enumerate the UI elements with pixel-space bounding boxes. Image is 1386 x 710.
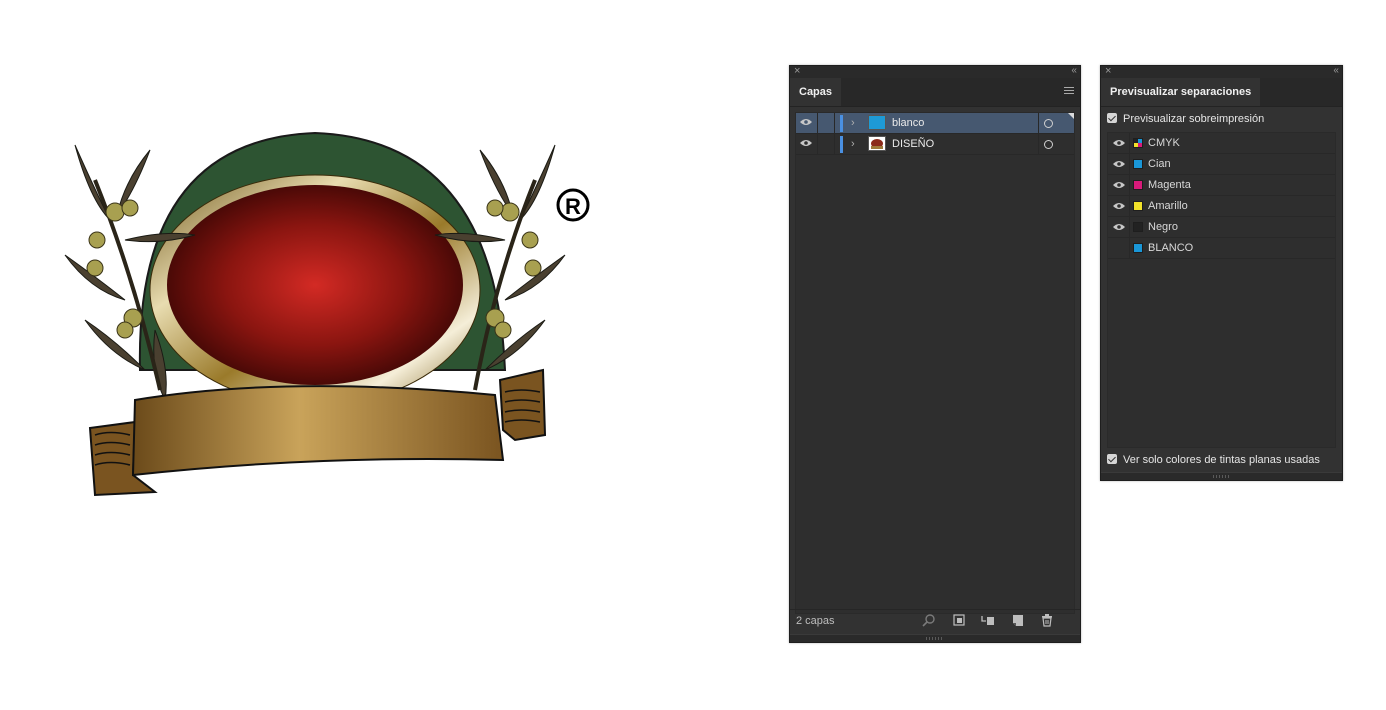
layer-color-bar [840,115,843,132]
trash-icon[interactable] [1040,614,1054,627]
svg-text:R: R [565,194,581,219]
close-icon[interactable]: × [794,64,800,78]
layer-thumbnail [868,115,886,130]
artwork-emblem[interactable]: R [55,130,615,510]
separation-row-amarillo[interactable]: Amarillo [1108,196,1335,217]
overprint-label: Previsualizar sobreimpresión [1123,113,1265,125]
separation-row-magenta[interactable]: Magenta [1108,175,1335,196]
eye-icon[interactable] [1113,223,1125,231]
sublayer-icon[interactable] [981,614,995,627]
overprint-preview-row[interactable]: Previsualizar sobreimpresión [1107,112,1264,128]
clipping-mask-icon[interactable] [952,614,966,627]
tab-separations-preview[interactable]: Previsualizar separaciones [1101,78,1261,106]
separation-name: CMYK [1148,137,1180,149]
separation-name: Negro [1148,221,1178,233]
color-swatch [1133,243,1143,253]
layer-color-bar [840,136,843,153]
separation-row-cmyk[interactable]: CMYK [1108,133,1335,154]
layers-footer: 2 capas [790,609,1080,632]
panel-topbar: × ‹‹ [790,64,1080,78]
separation-row-blanco[interactable]: BLANCO [1108,238,1335,259]
resize-grip[interactable] [1101,472,1342,480]
selection-corner-icon [1068,113,1074,119]
new-layer-icon[interactable] [1011,614,1025,627]
spot-colors-only-row[interactable]: Ver solo colores de tintas planas usadas [1107,453,1320,469]
color-swatch [1133,159,1143,169]
emblem-graphic: R [64,131,590,497]
layers-list: › blanco › DISEÑO [795,112,1075,614]
layers-panel: × ‹‹ Capas › blanco › DISEÑO 2 capas [789,65,1081,643]
eye-icon[interactable] [1113,181,1125,189]
cmyk-swatch-icon [1133,138,1143,148]
resize-grip[interactable] [790,634,1080,642]
collapse-icon[interactable]: ‹‹ [1071,64,1077,78]
separation-name: Cian [1148,158,1171,170]
eye-icon[interactable] [1113,139,1125,147]
separations-preview-panel: × ‹‹ Previsualizar separaciones Previsua… [1100,65,1343,481]
layer-row-diseno[interactable]: › DISEÑO [796,134,1074,155]
tab-bar: Capas [790,78,1080,107]
tab-bar: Previsualizar separaciones [1101,78,1342,107]
eye-icon[interactable] [1113,160,1125,168]
eye-icon[interactable] [800,139,812,147]
panel-menu-icon[interactable] [1064,87,1074,96]
eye-icon[interactable] [1113,202,1125,210]
color-swatch [1133,222,1143,232]
layer-name[interactable]: blanco [892,116,924,130]
overprint-checkbox[interactable] [1107,113,1117,123]
eye-icon[interactable] [800,118,812,126]
chevron-right-icon[interactable]: › [851,137,855,151]
spot-colors-only-label: Ver solo colores de tintas planas usadas [1123,454,1320,466]
color-swatch [1133,180,1143,190]
color-swatch [1133,201,1143,211]
separation-row-negro[interactable]: Negro [1108,217,1335,238]
layer-thumbnail [868,136,886,151]
close-icon[interactable]: × [1105,64,1111,78]
separation-row-cian[interactable]: Cian [1108,154,1335,175]
separation-name: Amarillo [1148,200,1188,212]
layer-count: 2 capas [796,615,835,627]
target-icon[interactable] [1044,140,1053,149]
chevron-right-icon[interactable]: › [851,116,855,130]
search-icon[interactable] [922,614,936,627]
target-icon[interactable] [1044,119,1053,128]
spot-colors-only-checkbox[interactable] [1107,454,1117,464]
separation-name: BLANCO [1148,242,1194,254]
separations-list: CMYK Cian Magenta Amarillo Negro BLANCO [1107,132,1336,448]
layer-row-blanco[interactable]: › blanco [796,113,1074,134]
collapse-icon[interactable]: ‹‹ [1333,64,1339,78]
panel-topbar: × ‹‹ [1101,64,1342,78]
layer-name[interactable]: DISEÑO [892,137,934,151]
tab-layers[interactable]: Capas [790,78,842,106]
separation-name: Magenta [1148,179,1191,191]
